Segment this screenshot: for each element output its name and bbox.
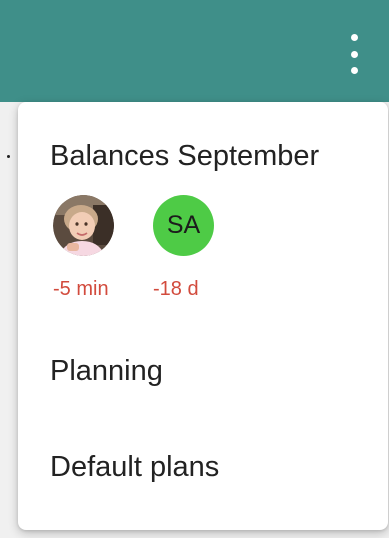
background-content-mark bbox=[7, 155, 10, 158]
overflow-menu: Balances September -5 min SA -18 d Plann… bbox=[18, 102, 388, 530]
more-vertical-icon-dot-2 bbox=[350, 50, 358, 58]
child-photo-avatar bbox=[53, 195, 114, 256]
menu-title: Balances September bbox=[50, 140, 320, 172]
balance-value: -18 d bbox=[153, 278, 199, 300]
balance-item[interactable]: -5 min bbox=[53, 195, 153, 301]
menu-item-default-plans[interactable]: Default plans bbox=[50, 451, 219, 484]
app-bar bbox=[0, 0, 389, 102]
avatar bbox=[53, 195, 114, 256]
balance-value: -5 min bbox=[53, 278, 109, 300]
more-vertical-icon bbox=[350, 34, 358, 41]
menu-item-planning[interactable]: Planning bbox=[50, 355, 163, 388]
balances-row: -5 min SA -18 d bbox=[53, 195, 253, 301]
avatar: SA bbox=[153, 195, 214, 256]
balance-item[interactable]: SA -18 d bbox=[153, 195, 253, 301]
more-options-button[interactable] bbox=[345, 34, 363, 74]
more-vertical-icon-dot-3 bbox=[350, 67, 358, 74]
